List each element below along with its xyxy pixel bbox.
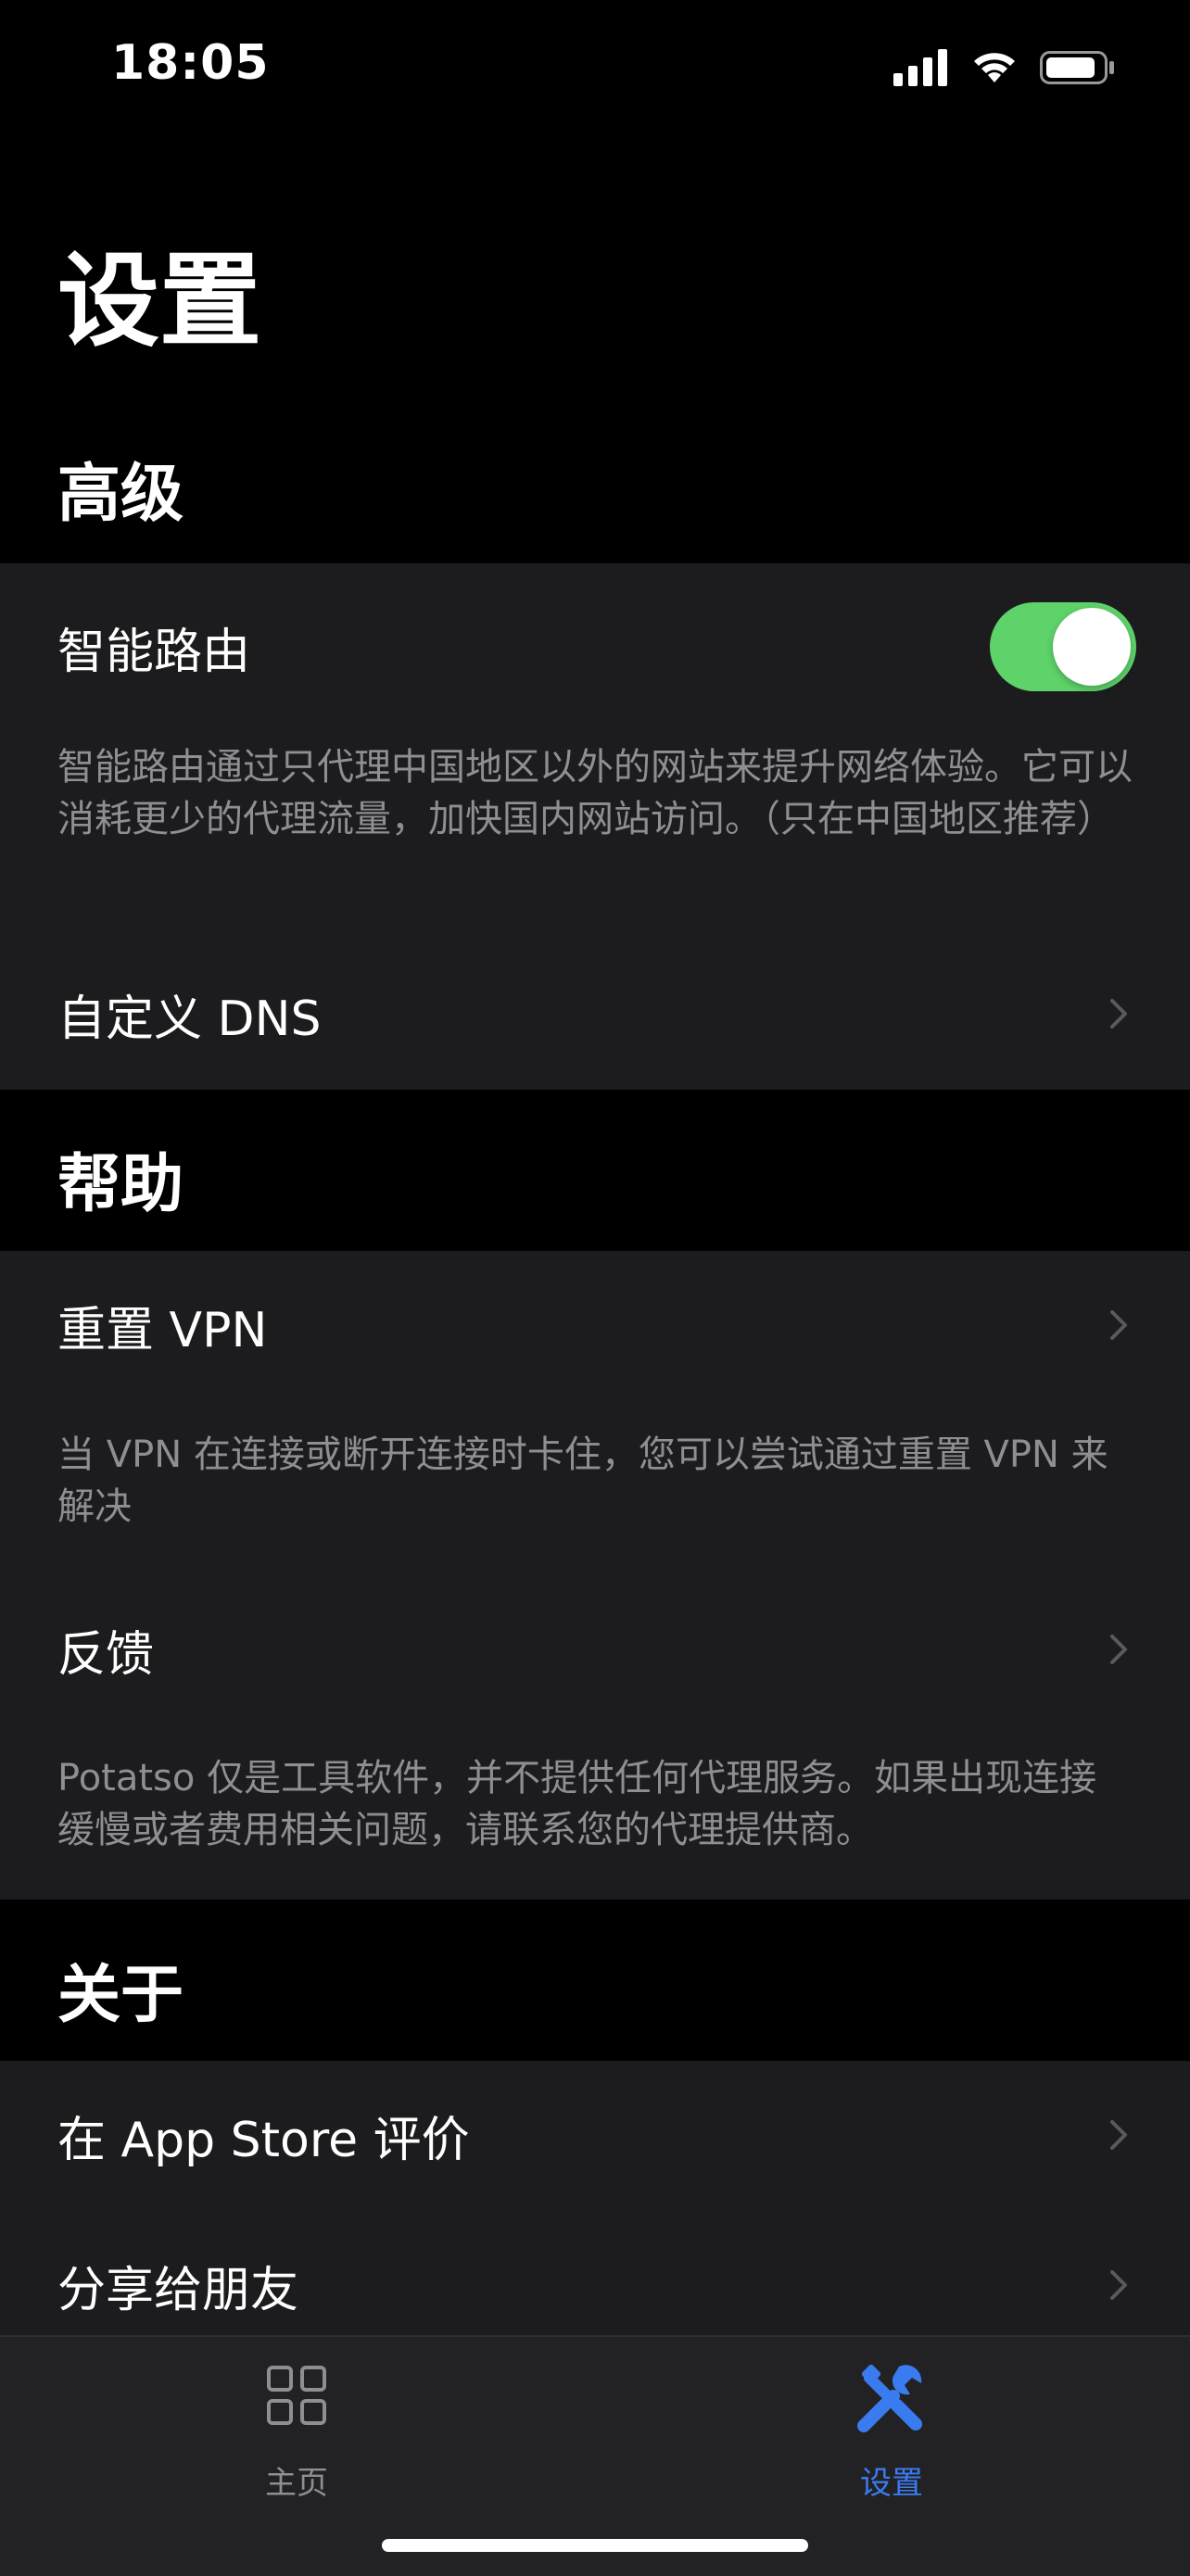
section-header-about: 关于: [57, 1959, 184, 2032]
cellular-signal-icon: [893, 49, 947, 86]
chevron-right-icon: [1110, 1635, 1127, 1664]
custom-dns-row[interactable]: 自定义 DNS: [0, 958, 1190, 1069]
grid-icon: [267, 2366, 326, 2425]
battery-icon: [1040, 51, 1114, 84]
share-friends-row[interactable]: 分享给朋友: [0, 2229, 1190, 2341]
help-group: 重置 VPN 当 VPN 在连接或断开连接时卡住，您可以尝试通过重置 VPN 来…: [0, 1251, 1190, 1900]
section-header-advanced: 高级: [57, 458, 184, 531]
status-icons: [893, 44, 1116, 91]
section-header-help: 帮助: [57, 1148, 184, 1221]
home-indicator: [382, 2539, 808, 2552]
feedback-description: Potatso 仅是工具软件，并不提供任何代理服务。如果出现连接缓慢或者费用相关…: [57, 1757, 1097, 1851]
tab-home[interactable]: 主页: [158, 2365, 436, 2502]
chevron-right-icon: [1110, 2120, 1127, 2150]
feedback-label: 反馈: [57, 1626, 155, 1683]
tab-settings[interactable]: 设置: [753, 2364, 1031, 2502]
smart-routing-label: 智能路由: [57, 624, 251, 680]
rate-app-store-label: 在 App Store 评价: [57, 2112, 470, 2168]
smart-routing-toggle[interactable]: [990, 602, 1136, 691]
toggle-knob: [1053, 608, 1131, 686]
chevron-right-icon: [1110, 999, 1127, 1029]
chevron-right-icon: [1110, 2270, 1127, 2300]
reset-vpn-label: 重置 VPN: [57, 1302, 268, 1358]
smart-routing-description: 智能路由通过只代理中国地区以外的网站来提升网络体验。它可以消耗更少的代理流量，加…: [57, 746, 1133, 840]
tab-home-label: 主页: [265, 2465, 328, 2502]
share-friends-label: 分享给朋友: [57, 2262, 299, 2318]
about-group: 在 App Store 评价 分享给朋友: [0, 2061, 1190, 2335]
status-time: 18:05: [111, 35, 270, 91]
reset-vpn-row[interactable]: 重置 VPN: [0, 1269, 1190, 1381]
chevron-right-icon: [1110, 1310, 1127, 1340]
rate-app-store-row[interactable]: 在 App Store 评价: [0, 2079, 1190, 2191]
custom-dns-label: 自定义 DNS: [57, 991, 322, 1047]
feedback-row[interactable]: 反馈: [0, 1594, 1190, 1705]
reset-vpn-description: 当 VPN 在连接或断开连接时卡住，您可以尝试通过重置 VPN 来解决: [57, 1433, 1108, 1528]
advanced-group: 智能路由 智能路由通过只代理中国地区以外的网站来提升网络体验。它可以消耗更少的代…: [0, 563, 1190, 1090]
smart-routing-row: 智能路由: [0, 591, 1190, 702]
page-title: 设置: [57, 242, 261, 360]
tab-settings-label: 设置: [860, 2465, 923, 2502]
tools-icon: [857, 2364, 922, 2432]
wifi-icon: [974, 53, 1015, 82]
status-bar: 18:05: [0, 0, 1190, 139]
